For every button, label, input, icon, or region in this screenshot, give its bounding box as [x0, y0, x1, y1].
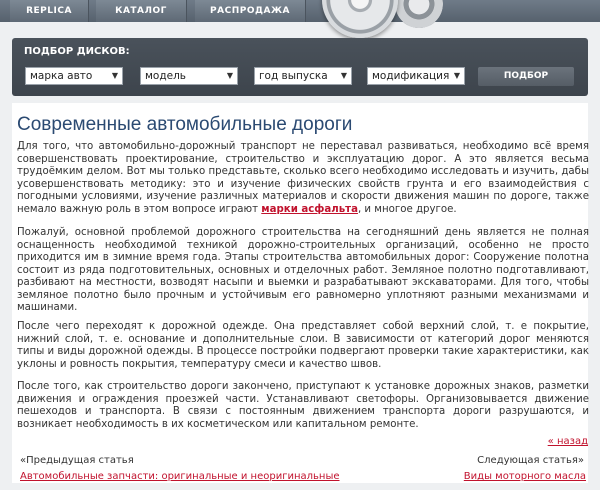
- article-paragraph-2: Пожалуй, основной проблемой дорожного ст…: [17, 227, 589, 313]
- prev-article-link[interactable]: Автомобильные запчасти: оригинальные и н…: [20, 471, 340, 482]
- prev-article-label: «Предыдущая статья: [20, 455, 134, 466]
- chevron-down-icon: ▼: [111, 71, 118, 80]
- article-paragraph-1: Для того, что автомобильно-дорожный тран…: [17, 141, 589, 216]
- search-button[interactable]: ПОДБОР: [478, 67, 574, 86]
- paragraph-1-tail: , и многое другое.: [357, 203, 457, 215]
- next-article-label: Следующая статья»: [477, 455, 584, 466]
- asphalt-brands-link[interactable]: марки асфальта: [261, 204, 358, 215]
- chevron-down-icon: ▼: [453, 71, 460, 80]
- car-brand-select[interactable]: марка авто ▼: [25, 67, 123, 85]
- back-link[interactable]: « назад: [548, 436, 588, 447]
- year-select[interactable]: год выпуска ▼: [254, 67, 352, 85]
- chevron-down-icon: ▼: [226, 71, 233, 80]
- nav-catalog[interactable]: КАТАЛОГ: [96, 0, 187, 22]
- article-paragraph-3: После чего переходят к дорожной одежде. …: [17, 321, 589, 370]
- selector-title: ПОДБОР ДИСКОВ:: [24, 46, 130, 57]
- year-value: год выпуска: [259, 70, 328, 82]
- car-brand-value: марка авто: [30, 70, 93, 82]
- article-content: Современные автомобильные дороги Для тог…: [12, 103, 589, 483]
- wheel-rim-image: [322, 0, 398, 38]
- wheel-selector-panel: ПОДБОР ДИСКОВ: марка авто ▼ модель ▼ год…: [12, 38, 588, 96]
- nav-replica[interactable]: REPLICA: [10, 0, 89, 22]
- modification-select[interactable]: модификация ▼: [367, 67, 465, 85]
- chevron-down-icon: ▼: [340, 71, 347, 80]
- nav-sale[interactable]: РАСПРОДАЖА: [195, 0, 306, 22]
- model-select[interactable]: модель ▼: [140, 67, 238, 85]
- top-nav: REPLICA КАТАЛОГ РАСПРОДАЖА: [0, 0, 600, 22]
- article-title: Современные автомобильные дороги: [17, 114, 353, 135]
- wheel-rim-image-small: [395, 0, 443, 28]
- next-article-link[interactable]: Виды моторного масла: [464, 471, 586, 482]
- modification-value: модификация: [372, 70, 450, 82]
- model-value: модель: [145, 70, 186, 82]
- article-paragraph-4: После того, как строительство дороги зак…: [17, 381, 589, 430]
